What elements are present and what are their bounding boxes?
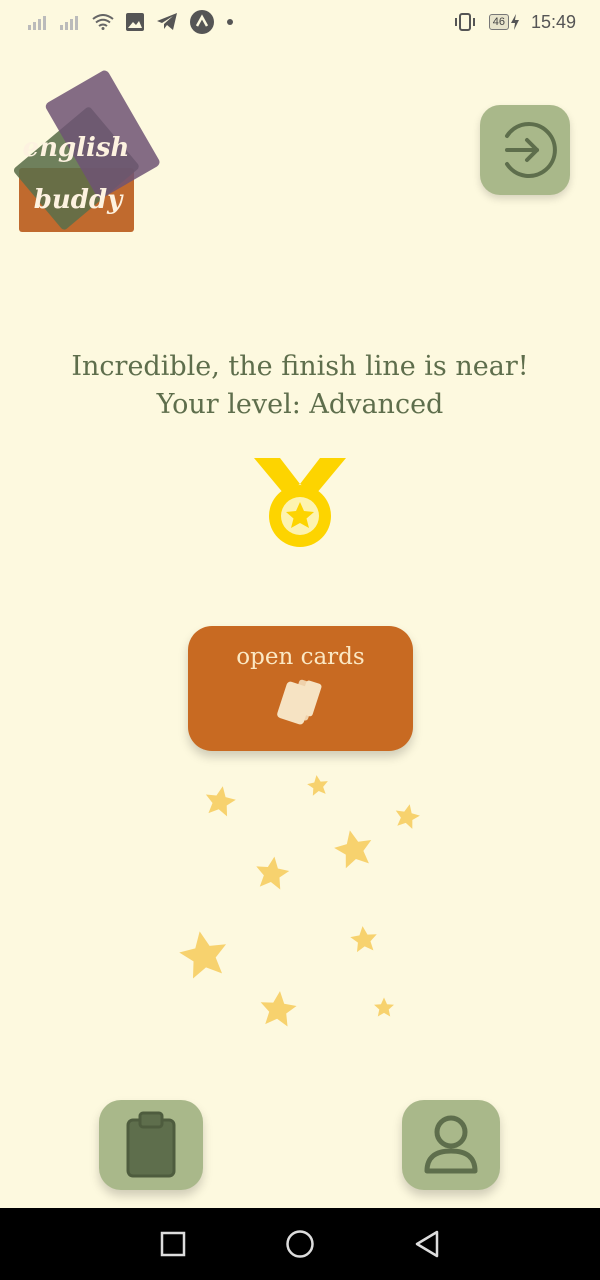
open-cards-label: open cards <box>236 644 365 670</box>
status-bar: 46 15:49 <box>0 0 600 44</box>
app-logo: english buddy <box>13 62 174 242</box>
level-text: Your level: Advanced <box>156 389 444 420</box>
user-icon <box>424 1115 478 1174</box>
dot-icon <box>226 18 234 26</box>
tasks-button[interactable] <box>99 1100 203 1190</box>
battery-level: 46 <box>488 14 509 30</box>
stars-decoration <box>0 760 600 1050</box>
signal-icon <box>28 14 48 30</box>
clock: 15:49 <box>530 11 576 32</box>
star-icon <box>349 924 379 953</box>
app-icon <box>190 10 214 34</box>
profile-button[interactable] <box>402 1100 500 1190</box>
telegram-icon <box>156 13 178 31</box>
recent-apps-button[interactable] <box>153 1224 193 1264</box>
battery-icon: 46 <box>488 14 519 30</box>
vibrate-icon <box>453 13 477 31</box>
headline-text: Incredible, the finish line is near! <box>71 351 529 382</box>
star-icon <box>253 854 291 891</box>
system-nav-bar <box>0 1208 600 1280</box>
star-icon <box>392 801 422 830</box>
home-icon <box>286 1230 314 1258</box>
open-cards-button[interactable]: open cards <box>188 626 413 751</box>
signal-icon-2 <box>60 14 80 30</box>
logo-line2: buddy <box>34 185 124 215</box>
charging-icon <box>510 14 519 30</box>
login-arrow-icon <box>505 122 557 178</box>
star-icon <box>331 826 376 870</box>
wifi-icon <box>92 14 114 30</box>
recent-apps-icon <box>161 1231 186 1257</box>
star-icon <box>176 927 231 981</box>
back-button[interactable] <box>407 1224 447 1264</box>
status-right: 46 15:49 <box>453 12 576 33</box>
status-left <box>28 10 234 34</box>
image-icon <box>126 13 144 31</box>
star-icon <box>258 989 298 1028</box>
clipboard-icon <box>126 1111 176 1178</box>
headline-block: Incredible, the finish line is near! You… <box>0 348 600 424</box>
login-button[interactable] <box>480 105 570 195</box>
medal-icon <box>250 456 350 552</box>
home-button[interactable] <box>280 1224 320 1264</box>
star-icon <box>306 773 330 797</box>
logo-line1: english <box>23 133 130 163</box>
back-icon <box>415 1230 438 1258</box>
star-icon <box>374 997 394 1017</box>
cards-icon <box>273 678 329 732</box>
star-icon <box>202 783 238 818</box>
